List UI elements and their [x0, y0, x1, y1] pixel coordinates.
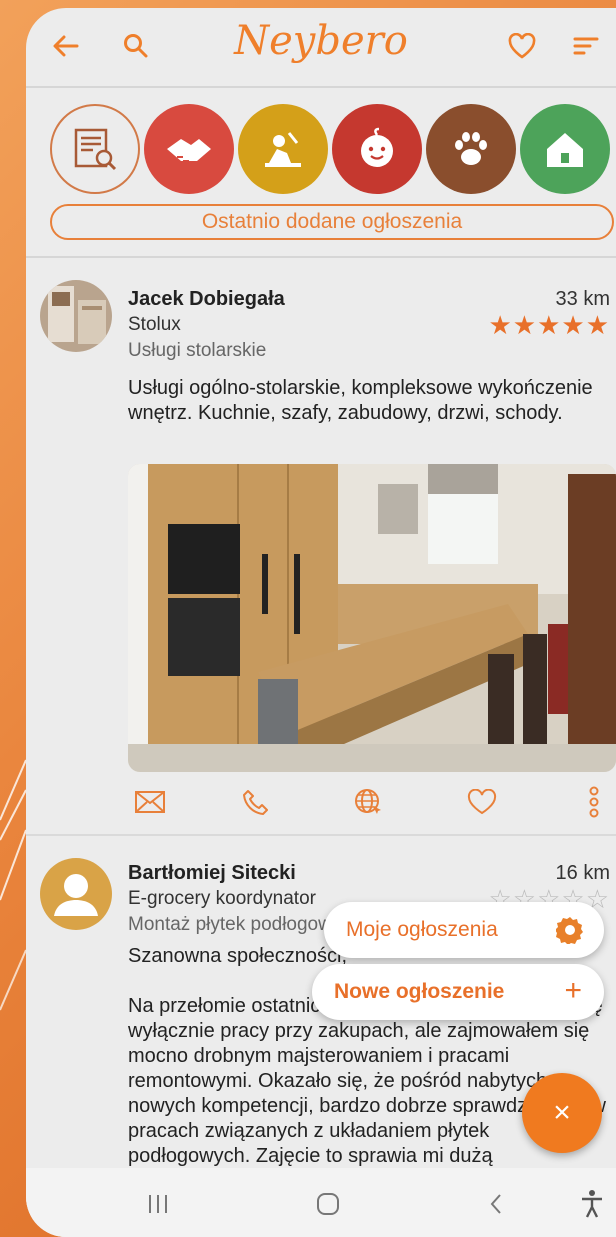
search-icon[interactable]	[118, 28, 154, 64]
listing-company: Stolux	[128, 314, 181, 335]
category-childcare[interactable]	[332, 104, 422, 194]
header-divider	[26, 86, 616, 88]
baby-icon	[361, 127, 393, 167]
listing-distance: 16 km	[555, 862, 610, 884]
listing-company: E-grocery koordynator	[128, 888, 316, 909]
favorite-icon[interactable]	[464, 784, 500, 820]
my-listings-label: Moje ogłoszenia	[346, 918, 498, 941]
gear-icon	[556, 917, 583, 944]
close-icon: ×	[553, 1096, 571, 1129]
handshake-icon	[167, 139, 211, 162]
category-bar	[26, 104, 616, 200]
listing-search-icon	[74, 128, 117, 171]
new-listing-label: Nowe ogłoszenie	[334, 980, 505, 1003]
web-icon[interactable]	[350, 784, 386, 820]
avatar	[40, 858, 112, 930]
listing-category: Usługi stolarskie	[128, 340, 267, 361]
app-logo: Neybero	[234, 18, 408, 64]
section-divider	[26, 256, 616, 258]
listing-photo[interactable]	[128, 464, 616, 772]
listing-description: Usługi ogólno-stolarskie, kompleksowe wy…	[128, 377, 593, 424]
recent-apps-icon[interactable]	[138, 1186, 178, 1222]
category-cleaning[interactable]	[238, 104, 328, 194]
category-pets[interactable]	[426, 104, 516, 194]
paw-icon	[455, 132, 487, 165]
heart-icon[interactable]	[504, 28, 540, 64]
category-handyman[interactable]	[144, 104, 234, 194]
mail-icon[interactable]	[132, 784, 168, 820]
sort-menu-icon[interactable]	[568, 28, 604, 64]
system-navigation-bar	[26, 1168, 616, 1237]
home-icon[interactable]	[308, 1186, 348, 1222]
avatar	[40, 280, 112, 352]
category-home[interactable]	[520, 104, 610, 194]
listing-author-name: Jacek Dobiegała	[128, 288, 285, 310]
phone-icon[interactable]	[238, 784, 274, 820]
card-divider	[26, 834, 616, 836]
rating-stars: ★★★★★	[488, 310, 610, 340]
top-app-bar: Neybero	[26, 8, 616, 86]
accessibility-icon[interactable]	[572, 1186, 612, 1222]
listing-author-name: Bartłomiej Sitecki	[128, 862, 296, 884]
close-fab-button[interactable]: ×	[522, 1073, 602, 1153]
back-arrow-icon[interactable]	[48, 28, 84, 64]
category-listings-search[interactable]	[50, 104, 140, 194]
default-user-icon	[54, 874, 98, 916]
worker-icon	[265, 132, 301, 167]
home-icon	[547, 133, 583, 167]
listing-distance: 33 km	[555, 288, 610, 310]
new-listing-button[interactable]: Nowe ogłoszenie +	[312, 964, 604, 1020]
phone-screen: Neybero Ostatnio dodane ogłoszenia Jacek…	[26, 8, 616, 1237]
recent-listings-button[interactable]: Ostatnio dodane ogłoszenia	[50, 204, 614, 240]
more-icon[interactable]	[576, 784, 612, 820]
my-listings-button[interactable]: Moje ogłoszenia	[324, 902, 604, 958]
plus-icon: +	[564, 974, 582, 1007]
back-icon[interactable]	[476, 1186, 516, 1222]
